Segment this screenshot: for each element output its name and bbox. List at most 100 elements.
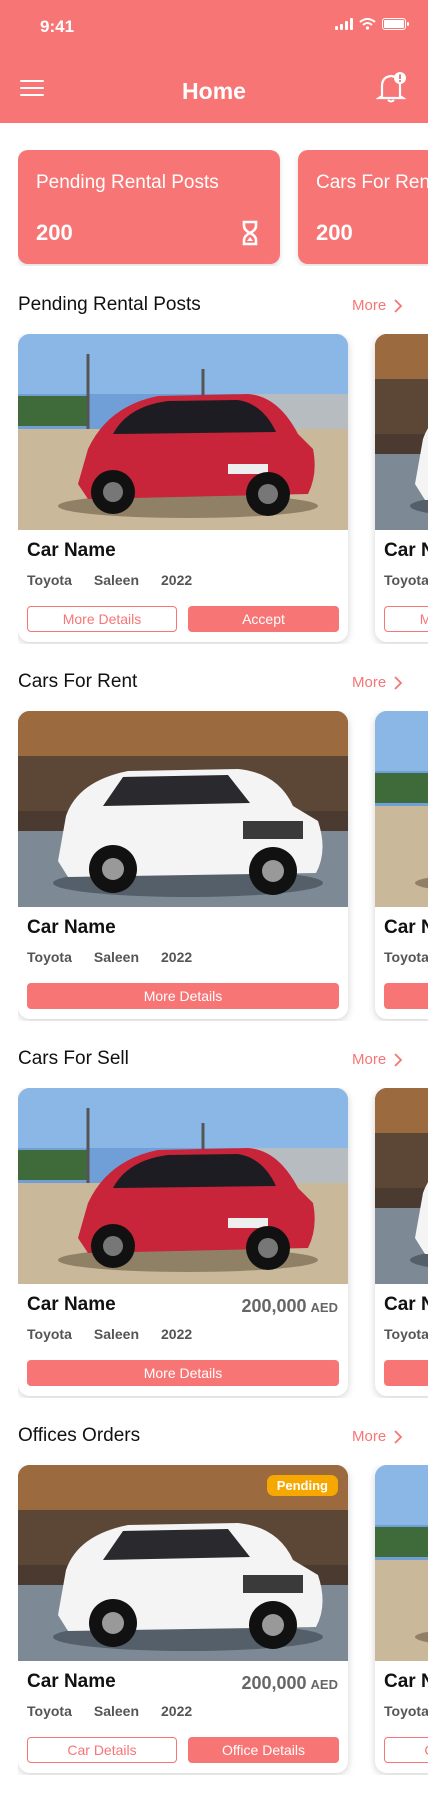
car-brand: Toyota (384, 949, 428, 965)
car-specs: Toyota (384, 1326, 428, 1342)
status-time: 9:41 (40, 17, 75, 36)
car-brand: Toyota (27, 1703, 72, 1719)
more-details-button[interactable]: More Details (27, 983, 339, 1009)
car-card[interactable]: Pending Car Name 200,000 AED Toyota Salee… (18, 1465, 348, 1773)
chevron-right-icon (394, 675, 403, 690)
more-details-button[interactable] (384, 1360, 428, 1386)
car-specs: Toyota (384, 949, 428, 965)
price-value: 200,000 (241, 1296, 307, 1316)
status-icons (335, 18, 409, 30)
more-label: More (352, 674, 387, 691)
price-currency: AED (310, 1677, 338, 1692)
signal-icon (335, 18, 353, 30)
stats-carousel[interactable]: Pending Rental Posts 200 Cars For Rent 2… (18, 150, 428, 266)
more-link-cars-for-rent[interactable]: More (352, 674, 403, 691)
section-title-cars-for-rent: Cars For Rent (18, 671, 138, 692)
car-name: Car Name (27, 917, 116, 938)
car-brand: Toyota (384, 1703, 428, 1719)
car-brand: Toyota (27, 949, 72, 965)
car-card[interactable]: Car Name 200,000 AED Toyota Saleen 2022 M… (18, 1088, 348, 1396)
section-title-pending-rental-posts: Pending Rental Posts (18, 294, 201, 315)
wifi-icon (359, 18, 376, 30)
stat-label: Cars For Rent (316, 172, 428, 193)
car-name: Car Name (27, 1671, 116, 1692)
car-specs: Toyota Saleen 2022 (27, 949, 192, 965)
car-brand: Toyota (384, 572, 428, 588)
car-details-button[interactable]: Car Details (384, 1737, 428, 1763)
car-specs: Toyota Saleen 2022 (27, 1326, 192, 1342)
car-model: Saleen (93, 572, 139, 588)
chevron-right-icon (394, 1052, 403, 1067)
car-name: Car Name (27, 540, 116, 561)
chevron-right-icon (394, 1429, 403, 1444)
car-photo (18, 711, 348, 907)
more-link-offices-orders[interactable]: More (352, 1428, 403, 1445)
car-card-peek[interactable]: Car Name Toyota (375, 1088, 428, 1396)
car-model: Saleen (93, 1326, 139, 1342)
office-details-button[interactable]: Office Details (188, 1737, 339, 1763)
status-badge: Pending (266, 1475, 338, 1496)
car-card-peek[interactable]: Car Name Toyota (375, 711, 428, 1019)
car-name: Car Name (384, 1294, 428, 1315)
car-photo (375, 1465, 428, 1661)
accept-button[interactable]: Accept (188, 606, 339, 632)
bell-icon[interactable] (376, 70, 408, 104)
carousel-cars-for-rent[interactable]: Car Name Toyota Saleen 2022 More Details… (18, 711, 428, 1021)
car-specs: Toyota (384, 572, 428, 588)
car-model: Saleen (93, 949, 139, 965)
car-year: 2022 (161, 949, 193, 965)
carousel-offices-orders[interactable]: Pending Car Name 200,000 AED Toyota Salee… (18, 1465, 428, 1775)
car-brand: Toyota (27, 1326, 72, 1342)
section-title-cars-for-sell: Cars For Sell (18, 1048, 129, 1069)
stat-card-cars-for-rent[interactable]: Cars For Rent 200 (298, 150, 428, 264)
section-title-offices-orders: Offices Orders (18, 1425, 141, 1446)
stat-label: Pending Rental Posts (36, 172, 219, 193)
car-year: 2022 (161, 1703, 193, 1719)
more-label: More (352, 1428, 387, 1445)
carousel-cars-for-sell[interactable]: Car Name 200,000 AED Toyota Saleen 2022 M… (18, 1088, 428, 1398)
car-name: Car Name (27, 1294, 116, 1315)
car-model: Saleen (93, 1703, 139, 1719)
car-year: 2022 (161, 1326, 193, 1342)
more-label: More (352, 1051, 387, 1068)
car-specs: Toyota Saleen 2022 (27, 572, 192, 588)
more-details-button[interactable]: More Details (384, 606, 428, 632)
car-specs: Toyota Saleen 2022 (27, 1703, 192, 1719)
price-value: 200,000 (241, 1673, 307, 1693)
more-link-pending-rental-posts[interactable]: More (352, 297, 403, 314)
car-photo (375, 711, 428, 907)
more-details-button[interactable]: More Details (27, 606, 177, 632)
car-photo (375, 334, 428, 530)
more-link-cars-for-sell[interactable]: More (352, 1051, 403, 1068)
chevron-right-icon (394, 298, 403, 313)
car-card[interactable]: Car Name Toyota Saleen 2022 More Details… (18, 334, 348, 642)
car-photo (18, 334, 348, 530)
car-specs: Toyota (384, 1703, 428, 1719)
car-photo (18, 1088, 348, 1284)
car-card[interactable]: Car Name Toyota Saleen 2022 More Details (18, 711, 348, 1019)
car-name: Car Name (384, 540, 428, 561)
stat-count: 200 (316, 220, 353, 245)
stat-card-pending-rental-posts[interactable]: Pending Rental Posts 200 (18, 150, 280, 264)
car-card-peek[interactable]: Car Name Toyota Car Details (375, 1465, 428, 1773)
car-year: 2022 (161, 572, 193, 588)
app-header: 9:41 Home (0, 0, 428, 123)
price-currency: AED (310, 1300, 338, 1315)
page-title: Home (182, 78, 246, 104)
battery-icon (382, 18, 409, 30)
car-brand: Toyota (27, 572, 72, 588)
hourglass-icon (242, 220, 258, 246)
more-details-button[interactable] (384, 983, 428, 1009)
more-details-button[interactable]: More Details (27, 1360, 339, 1386)
carousel-pending-rental-posts[interactable]: Car Name Toyota Saleen 2022 More Details… (18, 334, 428, 644)
car-details-button[interactable]: Car Details (27, 1737, 177, 1763)
more-label: More (352, 297, 387, 314)
car-name: Car Name (384, 917, 428, 938)
car-price: 200,000 AED (241, 1673, 338, 1694)
stat-count: 200 (36, 220, 73, 245)
car-photo (375, 1088, 428, 1284)
car-name: Car Name (384, 1671, 428, 1692)
car-card-peek[interactable]: Car Name Toyota More Details (375, 334, 428, 642)
car-price: 200,000 AED (241, 1296, 338, 1317)
car-brand: Toyota (384, 1326, 428, 1342)
